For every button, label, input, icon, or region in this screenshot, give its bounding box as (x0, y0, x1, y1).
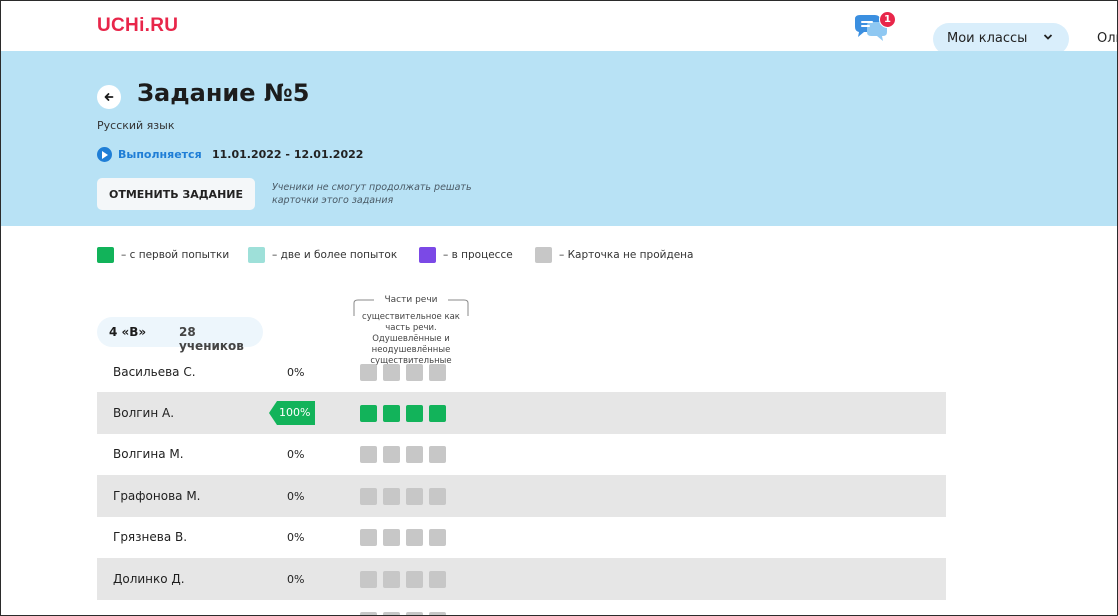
card-cell[interactable] (383, 529, 400, 546)
arrow-left-icon (104, 93, 114, 101)
cancel-note: Ученики не смогут продолжать решать карт… (272, 182, 472, 206)
table-row[interactable]: Васильева С. 0% (97, 351, 946, 393)
card-cell[interactable] (383, 446, 400, 463)
student-name[interactable]: Графонова М. (113, 489, 201, 503)
top-bar: UCHi.RU 1 Мои классы Ольга (1, 1, 1117, 55)
student-percent: 0% (287, 490, 305, 503)
status-text: Выполняется (118, 148, 202, 161)
legend-swatch (248, 247, 265, 263)
card-cell (406, 612, 423, 615)
card-cell[interactable] (360, 405, 377, 422)
table-row[interactable]: Волгин А. 100% (97, 392, 946, 434)
task-subject: Русский язык (97, 119, 175, 132)
card-cell[interactable] (429, 405, 446, 422)
table-row[interactable]: Грязнева В. 0% (97, 516, 946, 558)
student-name[interactable]: Волгин А. (113, 406, 174, 420)
card-cell[interactable] (406, 405, 423, 422)
card-cell[interactable] (429, 529, 446, 546)
card-cell[interactable] (360, 529, 377, 546)
legend-swatch (535, 247, 552, 263)
student-name[interactable]: Долинко Д. (113, 572, 185, 586)
app-frame: UCHi.RU 1 Мои классы Ольга Задание №5 Ру (0, 0, 1118, 616)
topic-group-label: Части речи (384, 295, 438, 305)
student-percent: 0% (287, 573, 305, 586)
legend-label: – с первой попытки (121, 249, 230, 261)
card-cell[interactable] (406, 364, 423, 381)
play-icon (97, 147, 112, 162)
student-count: 28 учеников (179, 325, 244, 353)
card-cell[interactable] (429, 488, 446, 505)
back-button[interactable] (97, 85, 121, 109)
card-cell[interactable] (360, 446, 377, 463)
logo[interactable]: UCHi.RU (97, 15, 178, 37)
legend-swatch (97, 247, 114, 263)
table-row[interactable]: Графонова М. 0% (97, 475, 946, 517)
card-cell[interactable] (383, 571, 400, 588)
student-name[interactable]: Грязнева В. (113, 530, 187, 544)
legend-label: – Карточка не пройдена (559, 249, 694, 261)
my-classes-label: Мои классы (947, 31, 1028, 46)
user-name[interactable]: Ольга (1097, 31, 1117, 46)
card-cell[interactable] (383, 364, 400, 381)
cancel-task-button[interactable]: ОТМЕНИТЬ ЗАДАНИЕ (97, 178, 255, 210)
class-chip[interactable]: 4 «В» 28 учеников (97, 317, 263, 353)
card-cell[interactable] (406, 571, 423, 588)
student-name[interactable]: Васильева С. (113, 365, 196, 379)
card-cell (383, 612, 400, 615)
card-cell[interactable] (429, 446, 446, 463)
student-name[interactable]: Волгина М. (113, 447, 184, 461)
card-cell[interactable] (383, 405, 400, 422)
table-row[interactable]: Долинко Д. 0% (97, 558, 946, 600)
card-cell[interactable] (429, 364, 446, 381)
messages-button[interactable]: 1 (851, 11, 896, 43)
chevron-down-icon (1043, 34, 1053, 40)
chat-badge: 1 (879, 11, 896, 28)
card-cell[interactable] (406, 529, 423, 546)
page-title: Задание №5 (137, 79, 310, 107)
task-header: Задание №5 Русский язык Выполняется 11.0… (1, 51, 1117, 226)
percent-flag: 100% (269, 401, 315, 425)
card-cell[interactable] (360, 364, 377, 381)
card-cell[interactable] (406, 488, 423, 505)
table-row[interactable]: Волгина М. 0% (97, 433, 946, 475)
legend-label: – в процессе (443, 249, 513, 261)
student-percent: 100% (279, 406, 311, 419)
card-cell[interactable] (429, 571, 446, 588)
student-percent: 0% (287, 448, 305, 461)
class-name: 4 «В» (109, 325, 147, 339)
legend-swatch (419, 247, 436, 263)
legend-label: – две и более попыток (272, 249, 398, 261)
student-percent: 0% (287, 366, 305, 379)
student-percent: 0% (287, 531, 305, 544)
card-cell[interactable] (360, 488, 377, 505)
card-cell (429, 612, 446, 615)
card-cell (360, 612, 377, 615)
task-dates: 11.01.2022 - 12.01.2022 (212, 148, 364, 161)
card-cell[interactable] (360, 571, 377, 588)
table-row-partial (97, 599, 946, 615)
card-cell[interactable] (406, 446, 423, 463)
card-cell[interactable] (383, 488, 400, 505)
